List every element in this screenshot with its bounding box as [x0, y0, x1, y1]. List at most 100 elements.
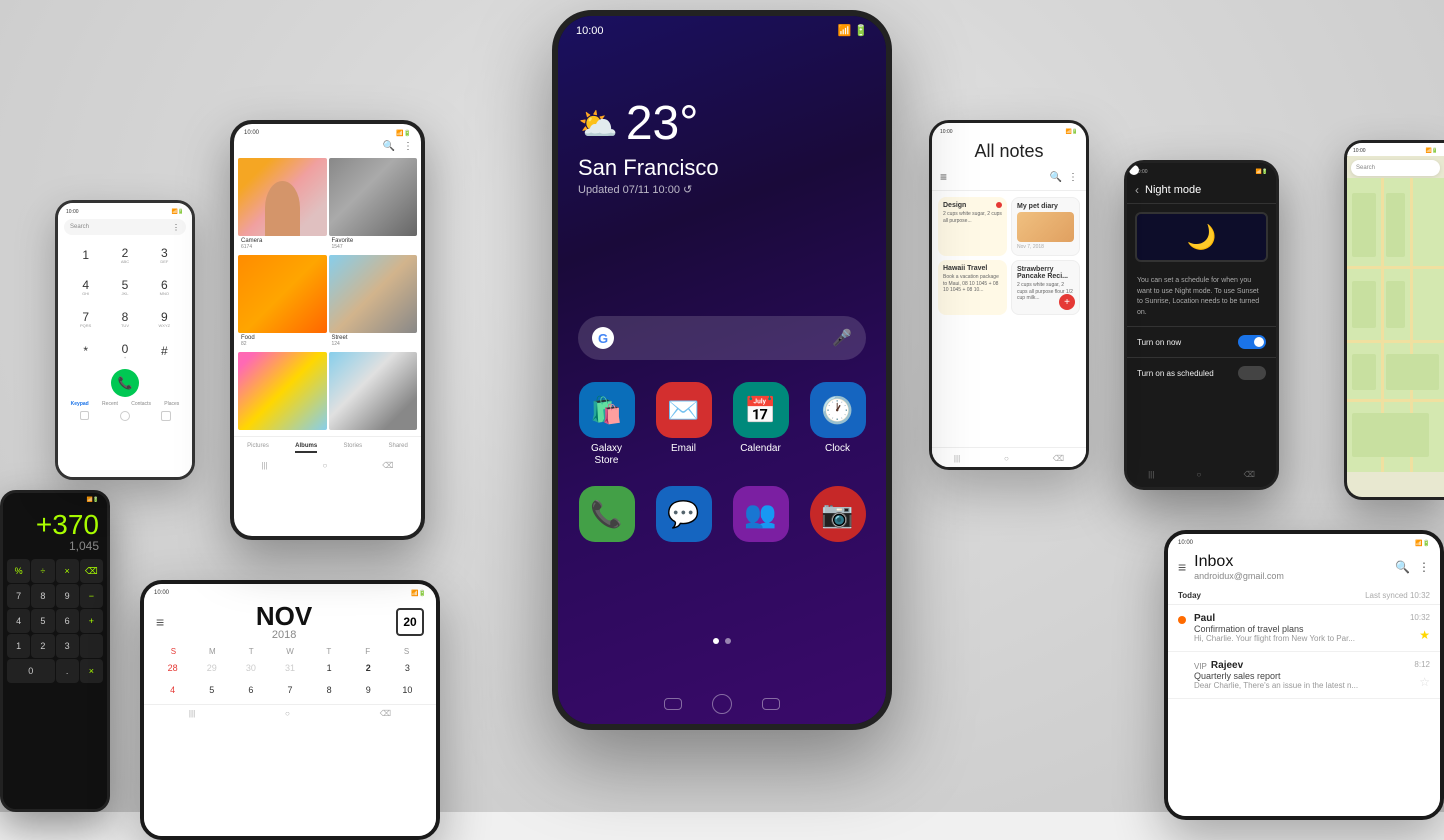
app-galaxy-store[interactable]: 🛍️ GalaxyStore [573, 382, 641, 467]
call-button[interactable]: 📞 [111, 369, 139, 397]
cal-day-6[interactable]: 6 [232, 680, 269, 700]
cal-day-5[interactable]: 5 [193, 680, 230, 700]
email-more-icon[interactable]: ⋮ [1418, 560, 1430, 574]
cal-day-30[interactable]: 30 [232, 658, 269, 678]
tab-albums[interactable]: Albums [295, 443, 317, 453]
nav-back[interactable] [664, 698, 682, 710]
nav-recents-night[interactable]: ⌫ [1244, 470, 1255, 479]
email-search-icon[interactable]: 🔍 [1395, 560, 1410, 574]
note-hawaii[interactable]: Hawaii Travel Book a vacation package to… [938, 260, 1007, 315]
search-icon[interactable]: 🔍 [383, 141, 395, 152]
cal-day-4[interactable]: 4 [154, 680, 191, 700]
nav-home[interactable] [712, 694, 732, 714]
cal-day-31[interactable]: 31 [271, 658, 308, 678]
cal-day-29[interactable]: 29 [193, 658, 230, 678]
today-badge[interactable]: 20 [396, 608, 424, 636]
note-petdiary[interactable]: My pet diary Nov 7, 2018 [1011, 197, 1080, 256]
tab-places[interactable]: Places [164, 401, 179, 407]
calc-4[interactable]: 4 [7, 609, 30, 633]
app-email[interactable]: ✉️ Email [650, 382, 718, 455]
note-design[interactable]: Design 2 cups white sugar, 2 cups all pu… [938, 197, 1007, 256]
key-7[interactable]: 7PQRS [68, 305, 103, 333]
gallery-cell-friends[interactable] [238, 352, 327, 432]
calc-add[interactable]: + [80, 609, 103, 633]
app-calendar[interactable]: 📅 Calendar [727, 382, 795, 455]
nav-back-icon[interactable]: ||| [261, 461, 267, 470]
app-phone[interactable]: 📞 [573, 486, 641, 547]
calc-9[interactable]: 9 [56, 584, 79, 608]
key-8[interactable]: 8TUV [107, 305, 142, 333]
cal-day-2[interactable]: 2 [350, 658, 387, 678]
key-1[interactable]: 1 [68, 241, 103, 269]
calc-7[interactable]: 7 [7, 584, 30, 608]
key-star[interactable]: * [68, 337, 103, 365]
nav-home-icon[interactable]: ○ [323, 461, 328, 470]
nav-recents-btn[interactable] [161, 411, 171, 421]
add-note-btn[interactable]: + [1059, 294, 1075, 310]
nav-back-night[interactable]: ||| [1148, 470, 1154, 479]
app-messages[interactable]: 💬 [650, 486, 718, 547]
nav-recents-cal[interactable]: ⌫ [380, 709, 391, 718]
calc-mul[interactable]: × [56, 559, 79, 583]
app-clock[interactable]: 🕐 Clock [804, 382, 872, 455]
key-9[interactable]: 9WXYZ [147, 305, 182, 333]
search-bar[interactable]: G 🎤 [578, 316, 866, 360]
cal-day-1[interactable]: 1 [311, 658, 348, 678]
tab-pictures[interactable]: Pictures [247, 443, 269, 453]
app-camera[interactable]: 📷 [804, 486, 872, 547]
nav-home-night[interactable]: ○ [1197, 470, 1202, 479]
more-options-icon[interactable]: ⋮ [172, 223, 180, 232]
calc-8[interactable]: 8 [31, 584, 54, 608]
gallery-cell-street[interactable]: Street 124 [329, 255, 418, 350]
cal-day-9[interactable]: 9 [350, 680, 387, 700]
nav-home-btn[interactable] [120, 411, 130, 421]
cal-day-10[interactable]: 10 [389, 680, 426, 700]
notes-search-icon[interactable]: 🔍 [1050, 172, 1062, 183]
cal-day-28[interactable]: 28 [154, 658, 191, 678]
key-4[interactable]: 4GHI [68, 273, 103, 301]
cal-day-7[interactable]: 7 [271, 680, 308, 700]
menu-icon[interactable]: ≡ [156, 614, 164, 630]
gallery-cell-camera[interactable]: Camera 6174 [238, 158, 327, 253]
key-2[interactable]: 2ABC [107, 241, 142, 269]
calc-0[interactable]: 0 [7, 659, 55, 683]
nav-back-notes[interactable]: ||| [954, 454, 960, 463]
tab-recent[interactable]: Recent [102, 401, 118, 407]
nav-home-notes[interactable]: ○ [1004, 454, 1009, 463]
nav-recents-notes[interactable]: ⌫ [1053, 454, 1064, 463]
star-rajeev[interactable]: ☆ [1419, 675, 1430, 689]
calc-equals[interactable]: × [80, 659, 103, 683]
calc-pct[interactable]: % [7, 559, 30, 583]
app-social[interactable]: 👥 [727, 486, 795, 547]
gallery-cell-mountain[interactable] [329, 352, 418, 432]
nav-back-cal[interactable]: ||| [189, 709, 195, 718]
nav-back-btn[interactable] [80, 411, 89, 420]
calc-3[interactable]: 3 [56, 634, 79, 658]
more-icon[interactable]: ⋮ [403, 141, 413, 152]
key-5[interactable]: 5JKL [107, 273, 142, 301]
dialer-search[interactable]: Search ⋮ [64, 219, 186, 235]
note-pancake[interactable]: Strawberry Pancake Reci... 2 cups white … [1011, 260, 1080, 315]
tab-contacts[interactable]: Contacts [131, 401, 151, 407]
toggle-scheduled[interactable] [1238, 366, 1266, 380]
notes-more-icon[interactable]: ⋮ [1068, 172, 1078, 183]
tab-shared[interactable]: Shared [388, 443, 407, 453]
key-3[interactable]: 3DEF [147, 241, 182, 269]
calc-5[interactable]: 5 [31, 609, 54, 633]
calc-dot[interactable]: . [56, 659, 79, 683]
calc-sub[interactable]: − [80, 584, 103, 608]
star-paul[interactable]: ★ [1419, 628, 1430, 642]
calc-1[interactable]: 1 [7, 634, 30, 658]
key-6[interactable]: 6MNO [147, 273, 182, 301]
email-menu-icon[interactable]: ≡ [1178, 559, 1186, 575]
calc-6[interactable]: 6 [56, 609, 79, 633]
calc-del[interactable]: ⌫ [80, 559, 103, 583]
nav-recents-icon[interactable]: ⌫ [382, 461, 393, 470]
nav-recents[interactable] [762, 698, 780, 710]
notes-menu-icon[interactable]: ≡ [940, 170, 947, 184]
email-item-rajeev[interactable]: VIP Rajeev Quarterly sales report Dear C… [1168, 652, 1440, 699]
key-hash[interactable]: # [147, 337, 182, 365]
tab-keypad[interactable]: Keypad [71, 401, 89, 407]
cal-day-3[interactable]: 3 [389, 658, 426, 678]
tab-stories[interactable]: Stories [343, 443, 362, 453]
